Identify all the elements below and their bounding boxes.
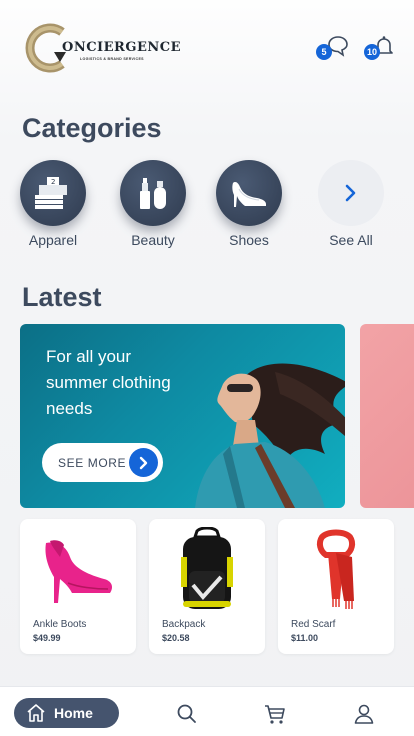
banner-headline: For all your summer clothing needs [46, 347, 171, 418]
product-name: Ankle Boots [33, 619, 87, 630]
user-icon [354, 704, 374, 724]
category-beauty[interactable]: Beauty [108, 160, 198, 248]
category-label: Shoes [229, 232, 269, 248]
next-promo-banner[interactable] [360, 324, 414, 508]
tab-home[interactable]: Home [14, 698, 119, 728]
category-shoes-circle [216, 160, 282, 226]
banner-model-image [195, 363, 345, 508]
product-image [20, 525, 136, 615]
category-label: Beauty [131, 232, 175, 248]
summer-promo-banner[interactable]: For all your summer clothing needs SEE M… [20, 324, 345, 508]
product-name: Red Scarf [291, 619, 336, 630]
high-heel-icon [232, 182, 266, 207]
product-name: Backpack [162, 619, 206, 630]
brand-logo[interactable]: ONCIERGENCE LOGISTICS & BRAND SERVICES [22, 22, 181, 74]
latest-products: Ankle Boots $49.99 Backpack $20.58 Red S… [0, 519, 414, 655]
messages-button[interactable]: 5 [316, 34, 352, 64]
category-see-all[interactable]: See All [306, 160, 396, 248]
category-label: Apparel [28, 232, 78, 248]
see-more-arrow [129, 448, 158, 477]
logo-tagline: LOGISTICS & BRAND SERVICES [80, 57, 144, 61]
tab-home-label: Home [54, 705, 93, 721]
category-see-all-circle [318, 160, 384, 226]
product-image [149, 525, 265, 615]
categories-list: 2 Apparel Beauty Shoes See All [0, 160, 414, 260]
product-price: $20.58 [162, 633, 190, 643]
product-card[interactable]: Backpack $20.58 [149, 519, 265, 654]
messages-badge: 5 [316, 44, 332, 60]
chevron-right-icon [139, 456, 147, 469]
category-apparel[interactable]: 2 Apparel [8, 160, 98, 248]
category-apparel-circle: 2 [20, 160, 86, 226]
see-more-label: SEE MORE [58, 455, 127, 470]
categories-title: Categories [22, 113, 162, 143]
tab-search[interactable] [175, 702, 199, 726]
folded-shirt-icon: 2 [35, 177, 67, 209]
product-price: $11.00 [291, 633, 319, 643]
ankle-boots-image [45, 540, 113, 603]
product-price: $49.99 [33, 633, 61, 643]
tab-cart[interactable] [263, 702, 287, 726]
notifications-button[interactable]: 10 [364, 34, 400, 64]
category-label: See All [329, 232, 373, 248]
see-more-button[interactable]: SEE MORE [42, 443, 163, 482]
backpack-image [181, 527, 233, 609]
product-card[interactable]: Red Scarf $11.00 [278, 519, 394, 654]
cosmetics-icon [140, 178, 166, 209]
logo-wordmark: ONCIERGENCE [62, 40, 181, 55]
product-image [278, 525, 394, 615]
red-scarf-image [316, 529, 356, 609]
category-shoes[interactable]: Shoes [204, 160, 294, 248]
svg-text:2: 2 [51, 178, 55, 186]
tab-profile[interactable] [352, 702, 376, 726]
latest-title: Latest [22, 282, 102, 312]
bottom-tab-bar: Home [0, 686, 414, 736]
chevron-right-icon [345, 184, 356, 202]
home-icon [27, 704, 45, 722]
notifications-badge: 10 [364, 44, 380, 60]
app-header: ONCIERGENCE LOGISTICS & BRAND SERVICES 5… [0, 18, 414, 78]
search-icon [177, 704, 196, 723]
product-card[interactable]: Ankle Boots $49.99 [20, 519, 136, 654]
category-beauty-circle [120, 160, 186, 226]
cart-icon [265, 705, 285, 724]
